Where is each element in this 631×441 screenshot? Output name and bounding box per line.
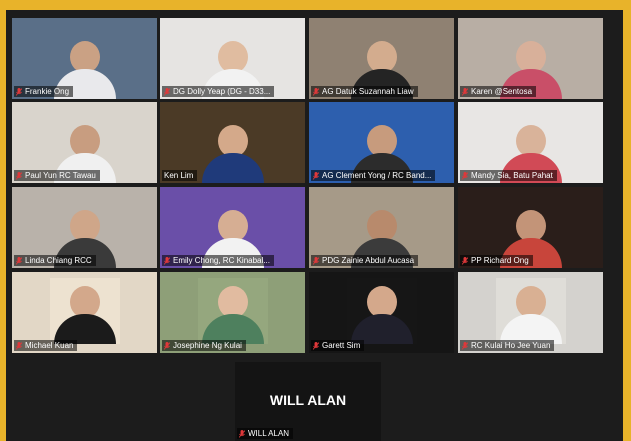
mic-off-icon <box>313 256 319 265</box>
participant-avatar-name: WILL ALAN <box>269 392 347 408</box>
participant-label: Garett Sim <box>311 340 365 351</box>
mic-off-icon <box>462 171 468 180</box>
participant-video <box>201 125 264 183</box>
participant-name: PDG Zainie Abdul Aucasa <box>322 256 415 265</box>
participant-tile[interactable]: Frankie Ong <box>12 18 157 99</box>
mic-off-icon <box>164 87 170 96</box>
participant-tile[interactable]: Karen @Sentosa <box>458 18 603 99</box>
participant-name: Josephine Ng Kulai <box>173 341 242 350</box>
participant-video <box>201 286 264 344</box>
mic-off-icon <box>239 429 245 438</box>
participant-name: WILL ALAN <box>248 429 290 438</box>
participant-name: AG Clement Yong / RC Band... <box>322 171 432 180</box>
participant-tile[interactable]: Ken Lim <box>160 102 305 183</box>
participant-tile[interactable]: Garett Sim <box>309 272 454 353</box>
participant-tile[interactable]: DG Dolly Yeap (DG - D33... <box>160 18 305 99</box>
participant-tile[interactable]: Emily Chong, RC Kinabal... <box>160 187 305 268</box>
participant-name: Linda Chiang RCC <box>25 256 92 265</box>
participant-name: PP Richard Ong <box>471 256 529 265</box>
participant-tile[interactable]: Paul Yun RC Tawau <box>12 102 157 183</box>
participant-name: DG Dolly Yeap (DG - D33... <box>173 87 271 96</box>
mic-off-icon <box>313 171 319 180</box>
participant-name: AG Datuk Suzannah Liaw <box>322 87 414 96</box>
participant-label: Karen @Sentosa <box>460 86 537 97</box>
mic-off-icon <box>462 87 468 96</box>
participant-name: Garett Sim <box>322 341 361 350</box>
participant-tile[interactable]: Mandy Sia, Batu Pahat <box>458 102 603 183</box>
participant-label: Paul Yun RC Tawau <box>14 170 100 181</box>
mic-off-icon <box>313 87 319 96</box>
mic-off-icon <box>16 87 22 96</box>
participant-name: Ken Lim <box>164 171 194 180</box>
participant-label: PP Richard Ong <box>460 255 533 266</box>
mic-off-icon <box>313 341 319 350</box>
participant-label: RC Kulai Ho Jee Yuan <box>460 340 555 351</box>
participant-label: Michael Kuan <box>14 340 78 351</box>
participant-name: Michael Kuan <box>25 341 74 350</box>
mic-off-icon <box>164 256 170 265</box>
participant-label: Linda Chiang RCC <box>14 255 96 266</box>
participant-name: Frankie Ong <box>25 87 70 96</box>
participant-label: Mandy Sia, Batu Pahat <box>460 170 557 181</box>
participant-label: Josephine Ng Kulai <box>162 340 246 351</box>
participant-tile[interactable]: Josephine Ng Kulai <box>160 272 305 353</box>
mic-off-icon <box>16 171 22 180</box>
participant-video <box>53 286 116 344</box>
participant-tile[interactable]: PP Richard Ong <box>458 187 603 268</box>
participant-label: PDG Zainie Abdul Aucasa <box>311 255 419 266</box>
mic-off-icon <box>16 256 22 265</box>
participant-label: Ken Lim <box>162 170 198 181</box>
mic-off-icon <box>164 341 170 350</box>
participant-video <box>499 286 562 344</box>
participant-label: DG Dolly Yeap (DG - D33... <box>162 86 275 97</box>
participant-tile[interactable]: Linda Chiang RCC <box>12 187 157 268</box>
mic-off-icon <box>462 256 468 265</box>
participant-tile[interactable]: Michael Kuan <box>12 272 157 353</box>
participant-tile[interactable]: AG Datuk Suzannah Liaw <box>309 18 454 99</box>
participant-label: AG Datuk Suzannah Liaw <box>311 86 418 97</box>
participant-name: Karen @Sentosa <box>471 87 533 96</box>
participant-name: RC Kulai Ho Jee Yuan <box>471 341 551 350</box>
participant-name: Paul Yun RC Tawau <box>25 171 96 180</box>
mic-off-icon <box>16 341 22 350</box>
participant-tile-will-alan[interactable]: WILL ALAN WILL ALAN <box>235 362 381 441</box>
participant-tile[interactable]: AG Clement Yong / RC Band... <box>309 102 454 183</box>
mic-off-icon <box>462 341 468 350</box>
participant-name: Mandy Sia, Batu Pahat <box>471 171 553 180</box>
participant-label: WILL ALAN <box>237 428 294 439</box>
participant-name: Emily Chong, RC Kinabal... <box>173 256 270 265</box>
participant-tile[interactable]: RC Kulai Ho Jee Yuan <box>458 272 603 353</box>
participant-label: Frankie Ong <box>14 86 74 97</box>
participant-label: Emily Chong, RC Kinabal... <box>162 255 274 266</box>
participant-label: AG Clement Yong / RC Band... <box>311 170 436 181</box>
participant-video <box>350 286 413 344</box>
participant-tile[interactable]: PDG Zainie Abdul Aucasa <box>309 187 454 268</box>
